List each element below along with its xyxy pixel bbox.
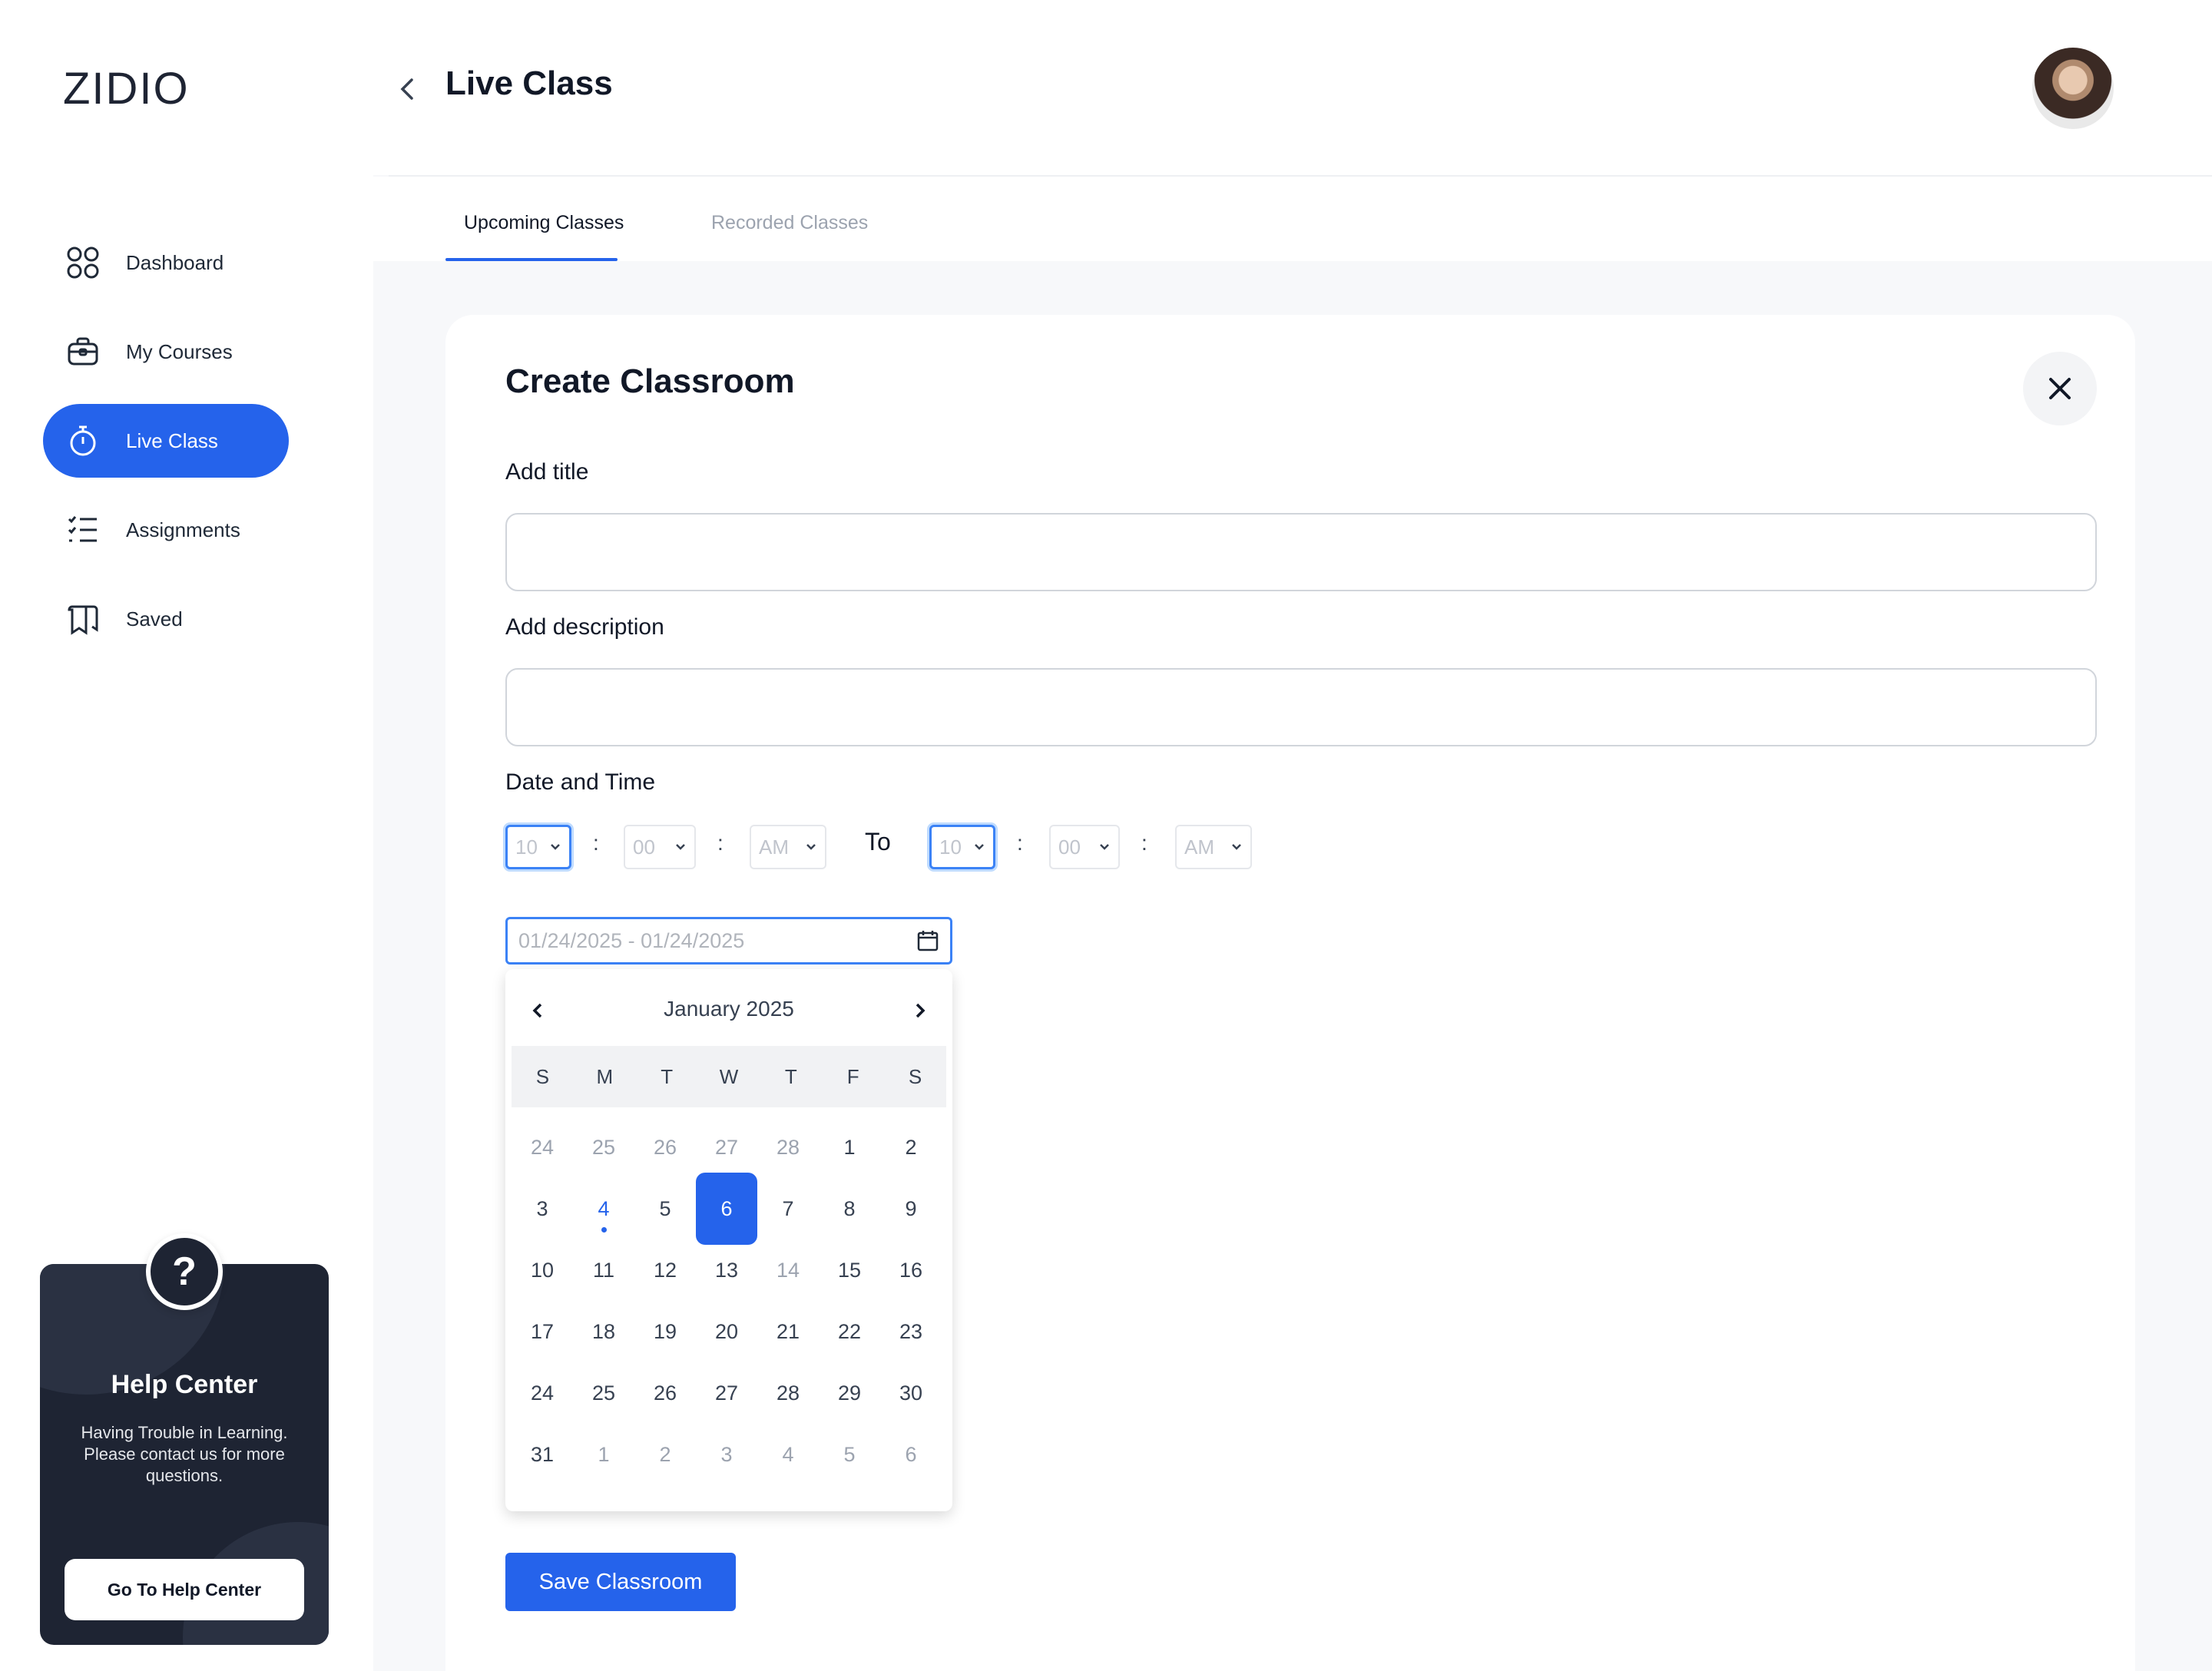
back-icon[interactable]	[396, 74, 419, 104]
go-to-help-center-button[interactable]: Go To Help Center	[65, 1559, 304, 1620]
time-separator: :	[717, 831, 724, 855]
tab-recorded-classes[interactable]: Recorded Classes	[711, 212, 868, 234]
chevron-right-icon[interactable]	[905, 995, 935, 1026]
weekday-label: S	[908, 1064, 922, 1088]
start-period-select[interactable]: AM	[750, 825, 826, 869]
chevron-down-icon	[676, 844, 685, 850]
sidebar-item-label: Saved	[126, 607, 183, 630]
start-hour-value: 10	[515, 835, 538, 859]
save-classroom-button[interactable]: Save Classroom	[505, 1553, 736, 1611]
sidebar-item-label: Dashboard	[126, 250, 224, 274]
to-label: To	[865, 828, 891, 855]
close-icon	[2049, 378, 2071, 399]
chevron-down-icon	[1100, 844, 1109, 850]
date-picker: January 2025 S M T W T F S 24 25 26 27 28 1 2 3 4 5 6 7 8 9…	[505, 969, 952, 1511]
title-input[interactable]	[505, 513, 2097, 591]
calendar-day[interactable]: 2	[634, 1418, 696, 1491]
chevron-down-icon	[975, 844, 984, 850]
sidebar-item-dashboard[interactable]: Dashboard	[43, 226, 289, 299]
description-label: Add description	[505, 614, 664, 640]
time-separator: :	[1141, 831, 1147, 855]
end-hour-value: 10	[939, 835, 962, 859]
help-center-card: Help Center Having Trouble in Learning. …	[40, 1264, 329, 1645]
calendar-day[interactable]: 31	[512, 1418, 573, 1491]
sidebar-nav: Dashboard My Courses Live Class Assignme…	[43, 226, 289, 671]
title-label: Add title	[505, 459, 589, 485]
sidebar-item-label: Live Class	[126, 429, 218, 452]
avatar[interactable]	[2032, 48, 2114, 129]
sidebar-item-assignments[interactable]: Assignments	[43, 493, 289, 567]
calendar-day[interactable]: 6	[880, 1418, 942, 1491]
weekday-label: T	[784, 1064, 797, 1088]
card-title: Create Classroom	[505, 362, 795, 400]
weekday-label: T	[661, 1064, 674, 1088]
calendar-month-label: January 2025	[664, 997, 794, 1021]
start-minute-value: 00	[633, 835, 655, 859]
weekday-label: F	[846, 1064, 859, 1088]
sidebar-item-my-courses[interactable]: My Courses	[43, 315, 289, 389]
sidebar-item-live-class[interactable]: Live Class	[43, 404, 289, 478]
active-tab-indicator	[445, 258, 618, 261]
start-minute-select[interactable]: 00	[624, 825, 696, 869]
help-text: Having Trouble in Learning. Please conta…	[81, 1423, 288, 1485]
calendar-days: 24 25 26 27 28 1 2 3 4 5 6 7 8 9 10 11 12 13 14 15 16 17 18 19 2…	[512, 1117, 946, 1485]
chevron-down-icon	[551, 844, 560, 850]
sidebar-item-saved[interactable]: Saved	[43, 582, 289, 656]
weekday-label: W	[719, 1064, 739, 1088]
weekday-label: S	[535, 1064, 550, 1088]
weekday-label: M	[596, 1064, 614, 1088]
briefcase-icon	[66, 335, 100, 369]
date-time-label: Date and Time	[505, 769, 656, 795]
end-hour-select[interactable]: 10	[929, 825, 995, 869]
time-separator: :	[593, 831, 599, 855]
tabs: Upcoming Classes Recorded Classes	[373, 177, 2212, 261]
sidebar: ZIDIO Dashboard My Courses Live Class As…	[0, 0, 373, 1671]
tab-upcoming-classes[interactable]: Upcoming Classes	[464, 212, 624, 234]
chevron-down-icon	[806, 844, 816, 850]
header: Live Class	[373, 0, 2212, 177]
end-period-value: AM	[1184, 835, 1214, 859]
calendar-weekdays: SMTWTFS	[512, 1046, 946, 1107]
sidebar-item-label: Assignments	[126, 518, 240, 541]
calendar-day[interactable]: 5	[819, 1418, 880, 1491]
calendar-header: January 2025	[505, 969, 952, 1046]
close-button[interactable]	[2023, 352, 2097, 425]
stopwatch-icon	[66, 424, 100, 458]
page-title: Live Class	[445, 65, 613, 102]
calendar-day[interactable]: 3	[696, 1418, 757, 1491]
calendar-icon	[917, 931, 939, 951]
chevron-down-icon	[1232, 844, 1241, 850]
question-icon: ?	[146, 1233, 223, 1310]
date-range-input[interactable]: 01/24/2025 - 01/24/2025	[505, 917, 952, 965]
description-input[interactable]	[505, 668, 2097, 746]
sidebar-item-label: My Courses	[126, 339, 233, 363]
start-hour-select[interactable]: 10	[505, 825, 571, 869]
checklist-icon	[66, 513, 100, 547]
help-title: Help Center	[111, 1370, 258, 1399]
end-minute-select[interactable]: 00	[1049, 825, 1120, 869]
start-period-value: AM	[759, 835, 789, 859]
date-range-placeholder: 01/24/2025 - 01/24/2025	[518, 928, 745, 952]
bookmark-icon	[66, 602, 100, 636]
calendar-day[interactable]: 1	[573, 1418, 634, 1491]
end-period-select[interactable]: AM	[1175, 825, 1252, 869]
calendar-day[interactable]: 4	[757, 1418, 819, 1491]
grid-icon	[66, 246, 100, 280]
app-logo[interactable]: ZIDIO	[63, 63, 190, 114]
create-classroom-card: Create Classroom Add title Add descripti…	[445, 315, 2135, 1671]
end-minute-value: 00	[1058, 835, 1081, 859]
time-separator: :	[1017, 831, 1023, 855]
